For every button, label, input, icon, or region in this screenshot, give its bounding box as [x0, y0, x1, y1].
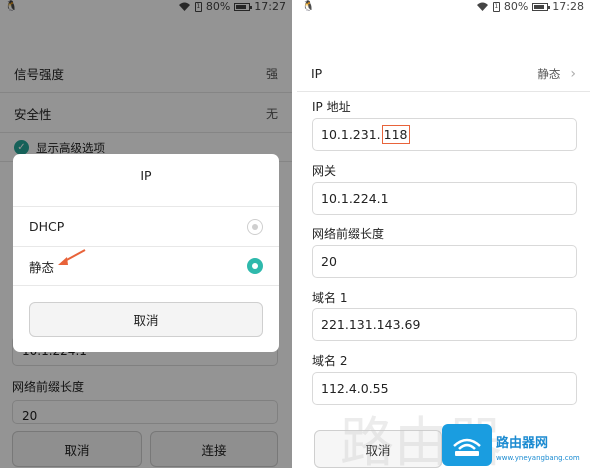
- wifi-icon: [476, 2, 488, 11]
- battery-percent: 80%: [503, 0, 529, 13]
- dns1-label: 域名 1: [312, 291, 348, 305]
- gateway-label: 网关: [312, 164, 337, 178]
- prefix-length-value: 20: [321, 254, 337, 269]
- gateway-input[interactable]: 10.1.224.1: [312, 182, 577, 215]
- penguin-icon: 🐧: [302, 1, 315, 12]
- ip-address-label: IP 地址: [312, 100, 351, 114]
- status-time: 17:28: [552, 0, 584, 13]
- ip-address-prefix: 10.1.231.: [321, 127, 381, 142]
- dhcp-label: DHCP: [29, 219, 65, 234]
- static-label: 静态: [29, 259, 55, 275]
- dns1-input[interactable]: 221.131.143.69: [312, 308, 577, 341]
- dialog-title: IP: [140, 168, 152, 183]
- status-bar: 🐧 1 80% 17:28: [297, 0, 590, 14]
- static-option[interactable]: 静态: [13, 246, 279, 286]
- ip-address-highlight: 118: [381, 125, 410, 144]
- dhcp-radio[interactable]: [247, 218, 263, 235]
- ip-mode-label: IP: [311, 66, 323, 81]
- watermark-name: 路由器网: [496, 436, 549, 451]
- router-logo-icon: [442, 424, 492, 466]
- chevron-right-icon: ›: [570, 65, 576, 82]
- dialog-cancel-button[interactable]: 取消: [29, 302, 263, 337]
- watermark-url: www.yneyangbang.com: [496, 454, 580, 462]
- dns1-value: 221.131.143.69: [321, 317, 421, 332]
- ip-address-input[interactable]: 10.1.231. 118: [312, 118, 577, 151]
- ip-settings-dialog: IP DHCP 静态 取消: [13, 154, 279, 352]
- ip-mode-row[interactable]: IP 静态 ›: [297, 56, 590, 92]
- dns2-value: 112.4.0.55: [321, 381, 389, 396]
- status-indicators: 1 80% 17:28: [476, 0, 584, 13]
- sim-icon: 1: [492, 1, 500, 12]
- dhcp-option[interactable]: DHCP: [13, 206, 279, 246]
- ip-mode-value: 静态: [537, 66, 561, 81]
- left-screen: 🐧 1 80% 17:27 信号强度 强 安全性 无 ✓ 显示高级选项 10.1…: [0, 0, 292, 468]
- dns2-label: 域名 2: [312, 354, 348, 368]
- static-radio[interactable]: [247, 258, 263, 274]
- prefix-length-input[interactable]: 20: [312, 245, 577, 278]
- gateway-value: 10.1.224.1: [321, 191, 389, 206]
- arrow-annotation-icon: [58, 249, 86, 265]
- prefix-length-label: 网络前缀长度: [312, 227, 385, 241]
- battery-icon: [532, 2, 551, 11]
